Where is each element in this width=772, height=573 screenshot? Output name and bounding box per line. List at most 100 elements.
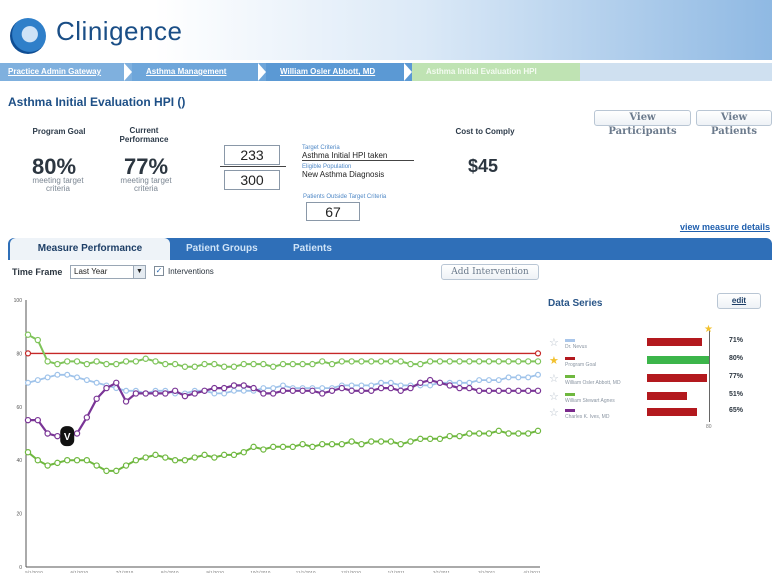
series-line-blue-point xyxy=(427,382,434,389)
series-line-blue-point xyxy=(387,379,394,386)
time-frame-label: Time Frame xyxy=(12,267,63,277)
eligible-population-value: New Asthma Diagnosis xyxy=(302,170,385,179)
series-line-green-2-point xyxy=(426,435,434,443)
series-line-green-2-point xyxy=(534,427,542,435)
series-line-green-2-point xyxy=(64,456,71,464)
data-series-title: Data Series xyxy=(548,298,603,309)
interventions-label: Interventions xyxy=(168,267,214,276)
series-line-blue-point xyxy=(505,374,512,381)
fraction-divider xyxy=(220,166,286,167)
series-line-green-point xyxy=(162,360,169,368)
series-line-blue-point xyxy=(280,382,287,389)
series-line-green-point xyxy=(466,358,473,365)
interventions-checkbox[interactable]: ✓ xyxy=(154,266,164,276)
series-line-purple-point xyxy=(387,384,395,392)
series-line-green-2-point xyxy=(122,462,130,469)
series-line-purple-point xyxy=(515,387,522,394)
series-line-blue-point xyxy=(93,379,100,386)
star-icon[interactable]: ☆ xyxy=(549,408,559,419)
series-line-blue-point xyxy=(44,374,51,381)
series-line-green-point xyxy=(534,358,542,365)
breadcrumb-item-asthma-management[interactable]: Asthma Management xyxy=(132,63,266,81)
series-line-green-point xyxy=(407,360,414,368)
series-line-purple-point xyxy=(24,416,32,424)
series-line-purple-point xyxy=(122,398,130,405)
series-line-green-point xyxy=(132,358,140,365)
data-series-row[interactable]: ☆ Dr. Nevus 71% xyxy=(549,336,769,354)
series-line-green-2-point xyxy=(83,456,91,464)
goal-line-point xyxy=(534,350,542,357)
time-frame-select[interactable]: Last Year ▼ xyxy=(70,265,146,279)
star-icon[interactable]: ☆ xyxy=(549,338,559,349)
star-icon[interactable]: ☆ xyxy=(549,374,559,385)
series-line-green-point xyxy=(358,358,365,365)
series-line-blue-point xyxy=(456,379,463,386)
tab-patients[interactable]: Patients xyxy=(293,238,332,260)
series-line-green-point xyxy=(211,360,218,368)
add-intervention-button[interactable]: Add Intervention xyxy=(441,264,539,280)
series-line-purple-point xyxy=(368,387,375,394)
cost-to-comply-value: $45 xyxy=(468,156,499,176)
series-line-green-2-point xyxy=(54,459,61,467)
series-line-green-point xyxy=(495,358,502,365)
series-swatch xyxy=(565,357,575,360)
data-series-row[interactable]: ★ Program Goal 80% xyxy=(549,354,769,372)
series-line-green-2-point xyxy=(260,446,267,453)
series-line-purple-point xyxy=(250,384,257,392)
series-line-blue-point xyxy=(534,371,541,378)
series-line-green-point xyxy=(338,358,346,365)
series-line-blue-point xyxy=(368,382,375,389)
series-line-green-point xyxy=(299,360,306,368)
series-line-blue-point xyxy=(123,387,130,394)
patients-outside-label: Patients Outside Target Criteria xyxy=(303,194,387,200)
breadcrumb-item-practice-admin[interactable]: Practice Admin Gateway xyxy=(0,63,132,81)
denominator-box: 300 xyxy=(224,170,280,190)
series-line-green-2-point xyxy=(338,440,346,448)
series-line-green-point xyxy=(348,358,355,365)
series-line-green-point xyxy=(34,336,42,344)
star-icon[interactable]: ★ xyxy=(549,356,559,367)
series-line-green-2-point xyxy=(436,435,444,443)
series-line-green-point xyxy=(103,360,110,368)
edit-data-series-button[interactable]: edit xyxy=(717,293,761,309)
series-line-purple-point xyxy=(260,390,267,397)
series-bar xyxy=(647,374,707,382)
view-measure-details-link[interactable]: view measure details xyxy=(680,222,770,232)
series-line-green-2-point xyxy=(387,438,395,445)
series-line-green-point xyxy=(73,358,81,365)
series-line-blue-point xyxy=(319,385,326,392)
series-line-blue-point xyxy=(54,371,61,378)
tab-patient-groups[interactable]: Patient Groups xyxy=(186,238,258,260)
series-line-green-2-point xyxy=(73,456,81,464)
tab-measure-performance[interactable]: Measure Performance xyxy=(10,238,170,260)
breadcrumb: Practice Admin Gateway Asthma Management… xyxy=(0,63,772,81)
page-title: Asthma Initial Evaluation HPI () xyxy=(8,95,186,109)
series-line-green-2-point xyxy=(524,430,532,437)
series-line-green-2-point xyxy=(417,435,424,443)
series-line-green-2-point xyxy=(142,454,149,461)
series-line-blue-point xyxy=(348,382,355,389)
target-criteria-divider xyxy=(302,160,414,161)
breadcrumb-item-physician[interactable]: William Osler Abbott, MD xyxy=(266,63,412,81)
series-line-green-point xyxy=(64,358,71,365)
view-patients-button[interactable]: View Patients xyxy=(696,110,772,137)
data-series-row[interactable]: ☆ William Osler Abbott, MD 77% xyxy=(549,372,769,390)
series-line-green-point xyxy=(220,363,228,370)
series-line-purple-point xyxy=(142,390,149,397)
app-header: Clinigence xyxy=(0,0,772,60)
star-icon[interactable]: ☆ xyxy=(549,392,559,403)
series-name: Charles K. Ives, MD xyxy=(565,414,610,420)
series-line-green-2-point xyxy=(24,448,32,456)
y-tick-label: 80 xyxy=(16,351,22,357)
patients-outside-value[interactable]: 67 xyxy=(306,202,360,221)
series-line-purple-point xyxy=(162,390,169,397)
series-line-green-point xyxy=(397,358,404,365)
chevron-down-icon[interactable]: ▼ xyxy=(133,266,145,278)
series-line-blue-point xyxy=(74,374,81,381)
series-line-green-point xyxy=(417,360,424,368)
series-line-green-2-point xyxy=(240,448,247,456)
view-participants-button[interactable]: View Participants xyxy=(594,110,691,137)
series-line-green-point xyxy=(515,358,522,365)
data-series-row[interactable]: ☆ Charles K. Ives, MD 65% xyxy=(549,406,769,424)
series-line-purple-point xyxy=(269,390,277,397)
